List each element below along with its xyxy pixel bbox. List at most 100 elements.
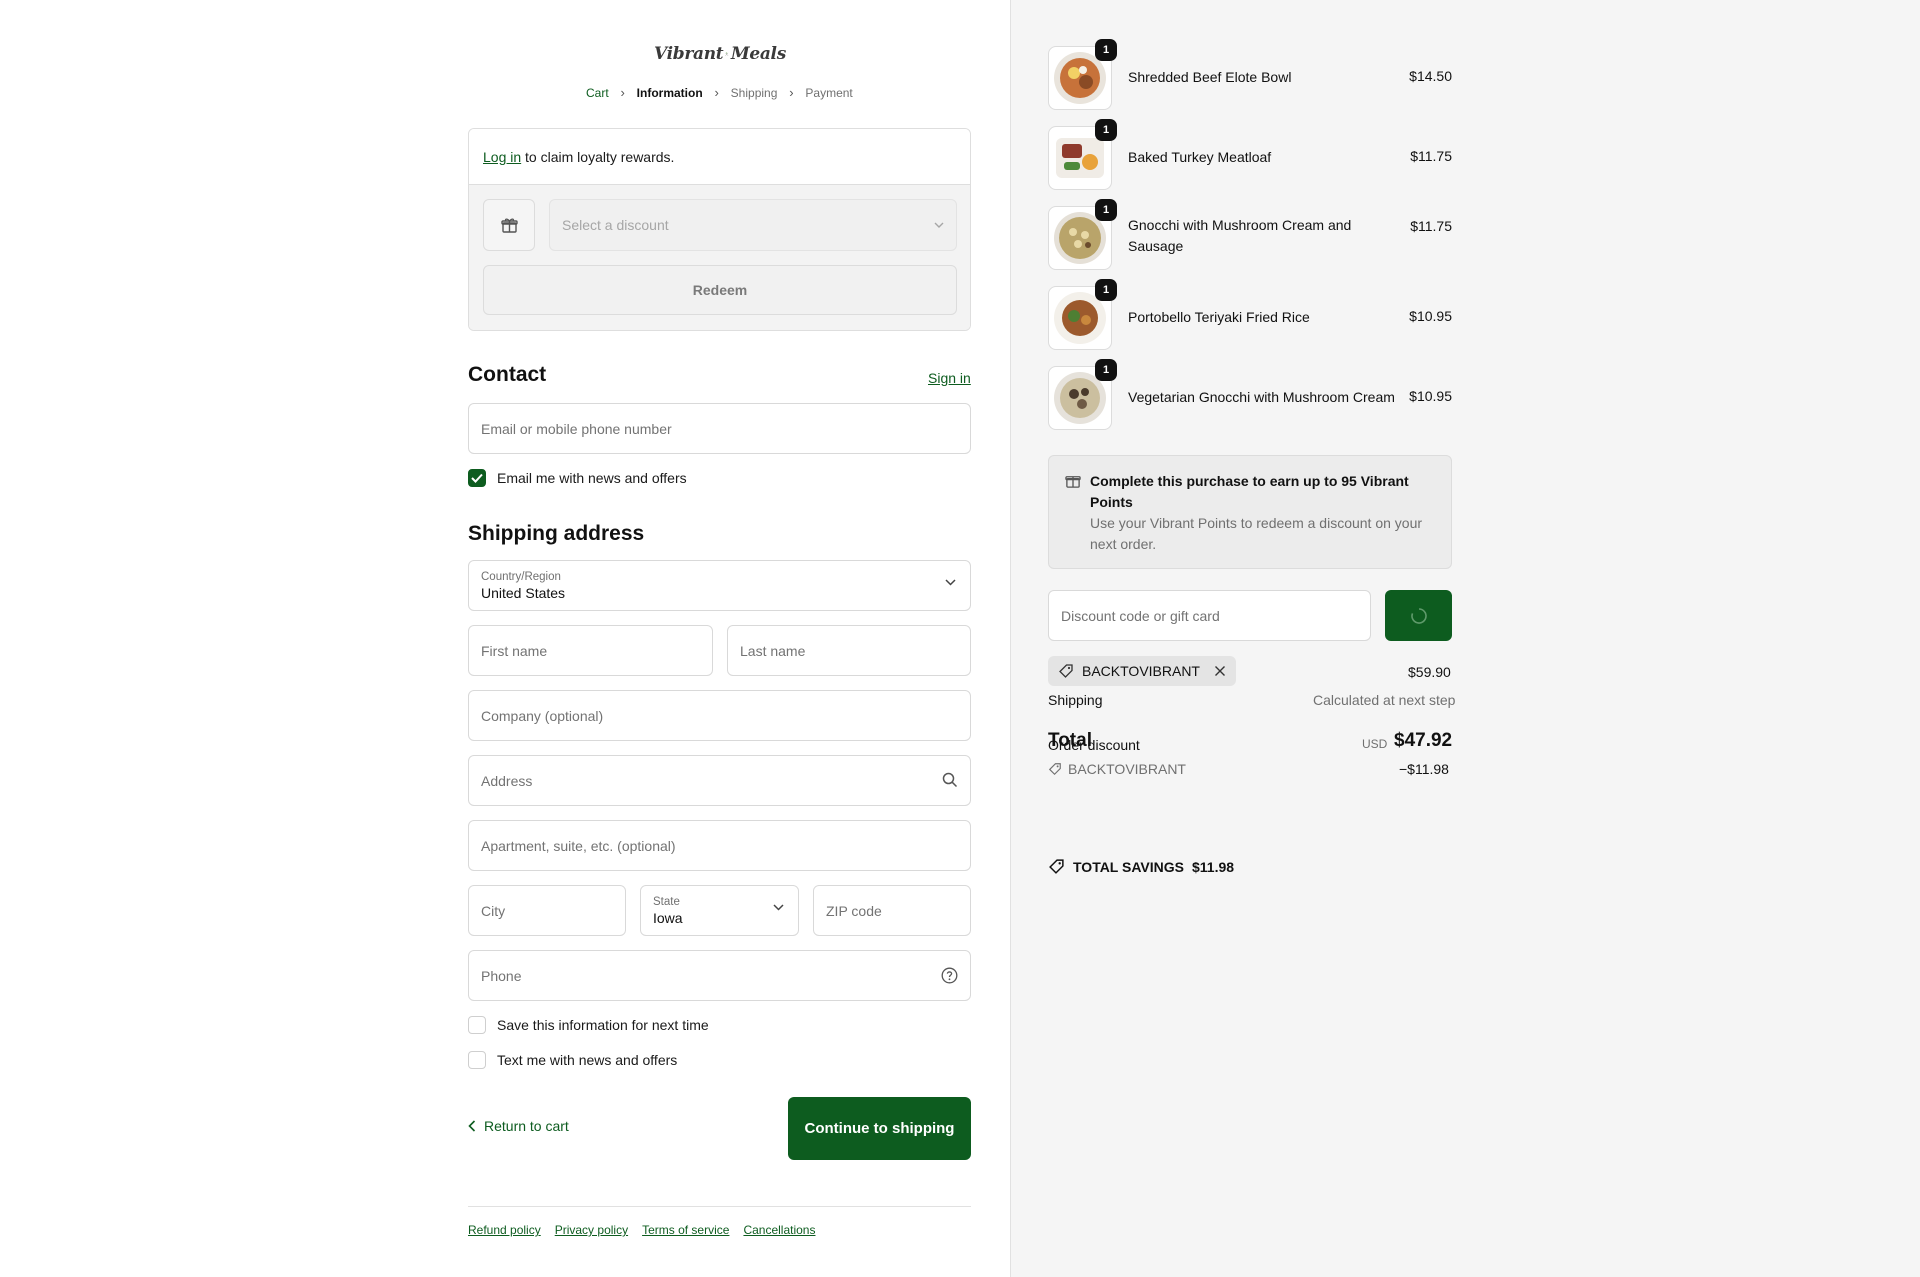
return-to-cart-label: Return to cart	[484, 1118, 569, 1134]
continue-to-shipping-button[interactable]: Continue to shipping	[788, 1097, 971, 1160]
fork-knife-leaf-icon	[725, 52, 729, 56]
item-price: $11.75	[1410, 218, 1452, 234]
discount-code-placeholder: Discount code or gift card	[1061, 607, 1220, 624]
contact-heading: Contact	[468, 363, 547, 386]
phone-placeholder: Phone	[481, 967, 522, 984]
text-news-checkbox[interactable]: Text me with news and offers	[468, 1051, 677, 1069]
breadcrumb-shipping: Shipping	[730, 85, 778, 100]
chevron-down-icon	[945, 579, 956, 586]
quantity-badge: 1	[1095, 279, 1117, 301]
email-news-label: Email me with news and offers	[497, 470, 687, 486]
address-field[interactable]: Address	[468, 755, 971, 806]
loyalty-redeem-area: Select a discount Redeem	[469, 185, 970, 330]
apartment-field[interactable]: Apartment, suite, etc. (optional)	[468, 820, 971, 871]
item-price: $11.75	[1410, 148, 1452, 164]
currency-code: USD	[1362, 737, 1388, 751]
footer-divider	[468, 1206, 971, 1207]
country-select[interactable]: Country/Region United States	[468, 560, 971, 611]
chevron-right-icon: ›	[714, 85, 719, 100]
logo-word-2: Meals	[730, 44, 786, 64]
item-name: Gnocchi with Mushroom Cream and Sausage	[1128, 217, 1352, 254]
item-price: $14.50	[1409, 68, 1452, 84]
line-item: 1 Baked Turkey Meatloaf $11.75	[1048, 119, 1452, 190]
loading-spinner-icon	[1410, 607, 1427, 624]
total-savings-label: TOTAL SAVINGS	[1073, 858, 1184, 875]
phone-field[interactable]: Phone	[468, 950, 971, 1001]
discount-code-row: BACKTOVIBRANT	[1048, 761, 1186, 777]
check-icon	[471, 473, 483, 483]
login-link[interactable]: Log in	[483, 149, 521, 165]
quantity-badge: 1	[1095, 199, 1117, 221]
tag-icon	[1059, 664, 1073, 678]
item-name: Baked Turkey Meatloaf	[1128, 149, 1272, 165]
item-price: $10.95	[1409, 388, 1452, 404]
item-price: $10.95	[1409, 308, 1452, 324]
last-name-placeholder: Last name	[740, 642, 806, 659]
zip-field[interactable]: ZIP code	[813, 885, 971, 936]
chevron-left-icon	[468, 1120, 476, 1132]
points-title: Complete this purchase to earn up to 95 …	[1090, 473, 1409, 510]
discount-code-field[interactable]: Discount code or gift card	[1048, 590, 1371, 641]
tag-icon	[1049, 859, 1064, 874]
total-label: Total	[1048, 730, 1092, 751]
company-placeholder: Company (optional)	[481, 707, 604, 724]
state-select[interactable]: State Iowa	[640, 885, 799, 936]
item-name: Vegetarian Gnocchi with Mushroom Cream	[1128, 389, 1395, 405]
sign-in-link[interactable]: Sign in	[928, 370, 971, 386]
total-value: $47.92	[1394, 730, 1453, 751]
discount-code-label: BACKTOVIBRANT	[1068, 761, 1186, 777]
first-name-field[interactable]: First name	[468, 625, 713, 676]
chevron-right-icon: ›	[789, 85, 794, 100]
apartment-placeholder: Apartment, suite, etc. (optional)	[481, 837, 676, 854]
loyalty-points-notice: Complete this purchase to earn up to 95 …	[1048, 455, 1452, 569]
search-icon	[942, 772, 958, 788]
country-label: Country/Region	[481, 570, 561, 583]
email-field[interactable]: Email or mobile phone number	[468, 403, 971, 454]
line-item: 1 Shredded Beef Elote Bowl $14.50	[1048, 39, 1452, 110]
city-field[interactable]: City	[468, 885, 626, 936]
subtotal-value: $59.90	[1408, 664, 1451, 680]
country-value: United States	[481, 584, 566, 601]
brand-logo[interactable]: Vibrant Meals	[654, 36, 786, 72]
state-label: State	[653, 895, 680, 908]
checkbox-checked[interactable]	[468, 469, 486, 487]
item-name: Portobello Teriyaki Fried Rice	[1128, 309, 1310, 325]
shipping-heading: Shipping address	[468, 522, 645, 545]
save-info-checkbox[interactable]: Save this information for next time	[468, 1016, 709, 1034]
checkbox-unchecked[interactable]	[468, 1051, 486, 1069]
shipping-label: Shipping	[1048, 692, 1103, 708]
privacy-policy-link[interactable]: Privacy policy	[555, 1223, 628, 1237]
breadcrumb-cart[interactable]: Cart	[586, 86, 609, 100]
line-item: 1 Portobello Teriyaki Fried Rice $10.95	[1048, 279, 1452, 350]
return-to-cart-link[interactable]: Return to cart	[468, 1118, 569, 1134]
cancellations-link[interactable]: Cancellations	[743, 1223, 815, 1237]
apply-discount-button[interactable]	[1385, 590, 1452, 641]
redeem-button[interactable]: Redeem	[483, 265, 957, 315]
last-name-field[interactable]: Last name	[727, 625, 971, 676]
gift-icon	[1065, 476, 1081, 488]
refund-policy-link[interactable]: Refund policy	[468, 1223, 541, 1237]
discount-select[interactable]: Select a discount	[549, 199, 957, 251]
loyalty-login-text: to claim loyalty rewards.	[525, 149, 675, 165]
terms-of-service-link[interactable]: Terms of service	[642, 1223, 729, 1237]
zip-placeholder: ZIP code	[826, 902, 882, 919]
close-icon[interactable]	[1214, 665, 1226, 677]
quantity-badge: 1	[1095, 119, 1117, 141]
chevron-down-icon	[934, 222, 944, 228]
help-icon[interactable]	[941, 967, 958, 984]
item-name: Shredded Beef Elote Bowl	[1128, 69, 1292, 85]
shipping-value: Calculated at next step	[1313, 692, 1456, 708]
discount-value: −$11.98	[1399, 761, 1449, 777]
company-field[interactable]: Company (optional)	[468, 690, 971, 741]
loyalty-panel: Log in to claim loyalty rewards. Select …	[468, 128, 971, 331]
applied-discount-chip: BACKTOVIBRANT	[1048, 656, 1236, 686]
gift-button[interactable]	[483, 199, 535, 251]
total-savings: TOTAL SAVINGS $11.98	[1048, 858, 1234, 875]
email-news-checkbox[interactable]: Email me with news and offers	[468, 469, 687, 487]
breadcrumb-payment: Payment	[805, 85, 853, 100]
chevron-right-icon: ›	[620, 85, 625, 100]
discount-select-placeholder: Select a discount	[562, 217, 669, 233]
checkbox-unchecked[interactable]	[468, 1016, 486, 1034]
quantity-badge: 1	[1095, 359, 1117, 381]
email-placeholder: Email or mobile phone number	[481, 420, 672, 437]
